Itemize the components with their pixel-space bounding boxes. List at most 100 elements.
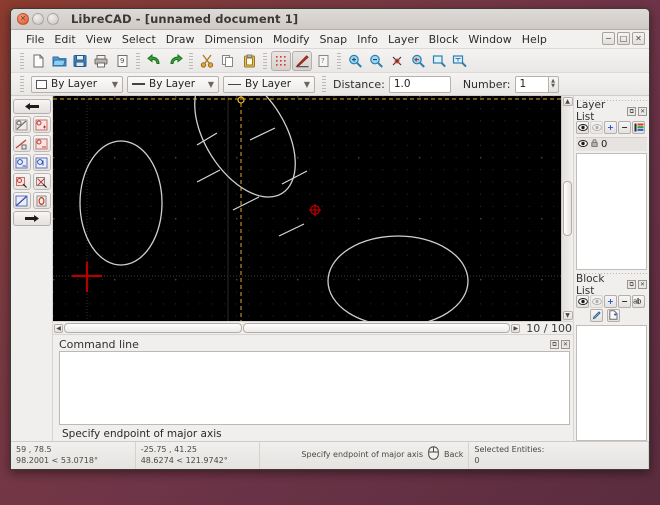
- snap-free-icon[interactable]: [13, 116, 31, 133]
- menu-window[interactable]: Window: [463, 32, 516, 47]
- block-list-float-button[interactable]: ⧉: [627, 280, 636, 289]
- snap-help-icon[interactable]: ?: [313, 51, 333, 71]
- number-stepper[interactable]: 1 ▲▼: [515, 76, 559, 93]
- block-list-body[interactable]: [576, 325, 647, 442]
- toolbar-grip-2[interactable]: [136, 53, 140, 69]
- layer-color-combo[interactable]: By Layer ▼: [31, 76, 123, 93]
- menu-layer[interactable]: Layer: [383, 32, 424, 47]
- palette-forward-button[interactable]: [13, 211, 51, 226]
- scroll-up-arrow-icon[interactable]: ▲: [563, 97, 573, 106]
- menu-dimension[interactable]: Dimension: [200, 32, 268, 47]
- snap-middle-icon[interactable]: [33, 154, 51, 171]
- zoom-in-icon[interactable]: [345, 51, 365, 71]
- number-spin-arrows[interactable]: ▲▼: [549, 76, 559, 93]
- show-all-blocks-icon[interactable]: [576, 295, 589, 308]
- menu-draw[interactable]: Draw: [161, 32, 200, 47]
- add-layer-icon[interactable]: +: [604, 121, 617, 134]
- attributes-grip[interactable]: [20, 76, 24, 92]
- palette-back-button[interactable]: [13, 99, 51, 114]
- options-grip[interactable]: [322, 76, 326, 92]
- eye-icon[interactable]: [578, 139, 588, 150]
- toolbar-grip-3[interactable]: [189, 53, 193, 69]
- window-maximize-button[interactable]: [47, 13, 59, 25]
- menu-modify[interactable]: Modify: [268, 32, 314, 47]
- save-file-icon[interactable]: [70, 51, 90, 71]
- zoom-panning-icon[interactable]: [450, 51, 470, 71]
- scroll-down-arrow-icon[interactable]: ▼: [563, 311, 573, 320]
- layer-width-combo[interactable]: By Layer ▼: [127, 76, 219, 93]
- edit-layer-icon[interactable]: [632, 121, 645, 134]
- cut-icon[interactable]: [197, 51, 217, 71]
- rename-block-icon[interactable]: ab: [632, 295, 645, 308]
- scroll-right-arrow-icon[interactable]: ▶: [511, 324, 520, 333]
- snap-grid-icon[interactable]: [33, 116, 51, 133]
- window-close-button[interactable]: ✕: [17, 13, 29, 25]
- copy-icon[interactable]: [218, 51, 238, 71]
- menu-select[interactable]: Select: [117, 32, 161, 47]
- mdi-close-button[interactable]: ✕: [632, 32, 645, 45]
- menu-edit[interactable]: Edit: [49, 32, 80, 47]
- print-icon[interactable]: [91, 51, 111, 71]
- horizontal-scroll-thumb[interactable]: [243, 323, 510, 333]
- menu-file[interactable]: File: [21, 32, 49, 47]
- command-line-float-button[interactable]: ⧉: [550, 340, 559, 349]
- paste-icon[interactable]: [239, 51, 259, 71]
- lock-icon[interactable]: [591, 139, 598, 150]
- insert-block-icon[interactable]: [607, 309, 620, 322]
- snap-on-entity-icon[interactable]: [33, 135, 51, 152]
- menu-snap[interactable]: Snap: [314, 32, 352, 47]
- layer-list-close-button[interactable]: ✕: [638, 107, 647, 116]
- layer-list-row[interactable]: 0: [576, 137, 647, 151]
- command-line-output[interactable]: [59, 351, 570, 425]
- mdi-minimize-button[interactable]: −: [602, 32, 615, 45]
- block-list-close-button[interactable]: ✕: [638, 280, 647, 289]
- cad-canvas[interactable]: [53, 96, 561, 321]
- zoom-out-icon[interactable]: [366, 51, 386, 71]
- toolbar-grip-4[interactable]: [263, 53, 267, 69]
- snap-center-icon[interactable]: [13, 154, 31, 171]
- grid-snap-icon[interactable]: [271, 51, 291, 71]
- show-all-layers-icon[interactable]: [576, 121, 589, 134]
- toolbar-grip-5[interactable]: [337, 53, 341, 69]
- hide-all-blocks-icon[interactable]: [590, 295, 603, 308]
- horizontal-scroll-track-left[interactable]: [64, 323, 242, 333]
- edit-block-icon[interactable]: [590, 309, 603, 322]
- distance-input[interactable]: 1.0: [389, 76, 451, 93]
- snap-endpoint-icon[interactable]: [13, 135, 31, 152]
- restrict-orthogonal-icon[interactable]: [13, 192, 31, 209]
- zoom-auto-icon[interactable]: [387, 51, 407, 71]
- mdi-restore-button[interactable]: □: [617, 32, 630, 45]
- menu-info[interactable]: Info: [352, 32, 383, 47]
- layer-list-body[interactable]: [576, 153, 647, 270]
- snap-intersection-icon[interactable]: [33, 173, 51, 190]
- spin-down-icon[interactable]: ▼: [551, 84, 555, 89]
- scroll-left-arrow-icon[interactable]: ◀: [54, 324, 63, 333]
- command-line-close-button[interactable]: ✕: [561, 340, 570, 349]
- canvas-vertical-scrollbar[interactable]: ▲ ▼: [561, 96, 573, 321]
- canvas-horizontal-scrollbar[interactable]: ◀ ▶ 10 / 100: [53, 321, 573, 334]
- menu-help[interactable]: Help: [517, 32, 552, 47]
- menu-view[interactable]: View: [81, 32, 117, 47]
- layer-list-float-button[interactable]: ⧉: [627, 107, 636, 116]
- zoom-window-icon[interactable]: [429, 51, 449, 71]
- linetype-swatch-icon: [228, 84, 241, 85]
- redo-icon[interactable]: [165, 51, 185, 71]
- undo-icon[interactable]: [144, 51, 164, 71]
- toolbar-grip[interactable]: [20, 53, 24, 69]
- layer-linetype-combo[interactable]: By Layer ▼: [223, 76, 315, 93]
- vertical-scroll-thumb[interactable]: [563, 181, 572, 236]
- remove-layer-icon[interactable]: −: [618, 121, 631, 134]
- new-file-icon[interactable]: [28, 51, 48, 71]
- window-minimize-button[interactable]: [32, 13, 44, 25]
- snap-distance-icon[interactable]: [13, 173, 31, 190]
- open-file-icon[interactable]: [49, 51, 69, 71]
- print-preview-icon[interactable]: 9: [112, 51, 132, 71]
- relative-zero-icon[interactable]: [33, 192, 51, 209]
- add-block-icon[interactable]: +: [604, 295, 617, 308]
- zoom-previous-icon[interactable]: [408, 51, 428, 71]
- hide-all-layers-icon[interactable]: [590, 121, 603, 134]
- number-input[interactable]: 1: [515, 76, 549, 93]
- remove-block-icon[interactable]: −: [618, 295, 631, 308]
- menu-block[interactable]: Block: [424, 32, 464, 47]
- draw-pen-icon[interactable]: [292, 51, 312, 71]
